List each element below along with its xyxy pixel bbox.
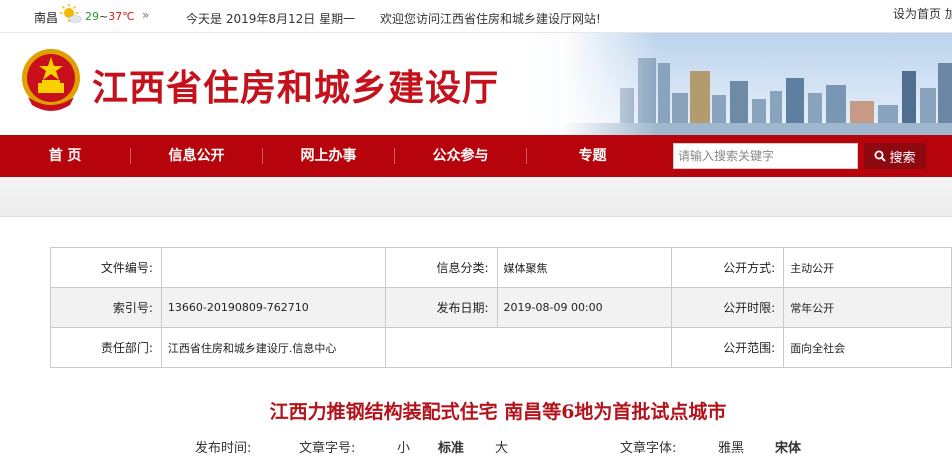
nav-home[interactable]: 首 页: [0, 135, 130, 177]
publish-time-label: 发布时间:: [195, 441, 252, 456]
temp-low: 29: [85, 10, 99, 23]
weather-city: 南昌: [34, 11, 59, 25]
value-disclosure-method: 主动公开: [783, 247, 952, 288]
temp-high: 37℃: [108, 10, 135, 23]
article-title: 江西力推钢结构装配式住宅 南昌等6地为首批试点城市: [269, 401, 727, 423]
font-size-label: 文章字号:: [299, 441, 356, 456]
current-date: 今天是 2019年8月12日 星期一: [186, 12, 356, 26]
label-disclosure-scope: 公开范围:: [671, 327, 785, 368]
font-face-label: 文章字体:: [620, 441, 677, 456]
search-icon: [874, 150, 887, 166]
search-button-label: 搜索: [889, 150, 916, 166]
label-disclosure-method: 公开方式:: [671, 247, 785, 288]
label-responsible-dept: 责任部门:: [50, 327, 162, 368]
font-face-yahei[interactable]: 雅黑: [718, 437, 744, 456]
city-skyline-image: [560, 33, 952, 135]
font-size-standard[interactable]: 标准: [438, 437, 464, 456]
value-info-category: 媒体聚焦: [496, 247, 673, 288]
font-face-songti-label: 宋体: [775, 441, 802, 456]
national-emblem-icon: [22, 49, 80, 111]
search-input[interactable]: [673, 143, 858, 169]
label-publish-date: 发布日期:: [384, 287, 498, 328]
nav-topics[interactable]: 专题: [527, 135, 658, 177]
document-info-table: 文件编号: 信息分类: 媒体聚焦 公开方式: 主动公开 索引号: 13660-2…: [50, 247, 952, 368]
sunny-weather-icon: [60, 4, 82, 23]
empty-value-cell: [497, 327, 673, 368]
value-disclosure-period: 常年公开: [783, 287, 952, 328]
value-responsible-dept: 江西省住房和城乡建设厅.信息中心: [160, 327, 386, 368]
breadcrumb-strip: [0, 177, 952, 217]
site-title: 江西省住房和城乡建设厅: [92, 67, 500, 109]
welcome-text: 欢迎您访问江西省住房和城乡建设厅网站!: [380, 12, 601, 26]
weather-more-link[interactable]: »: [142, 8, 149, 22]
top-bar: 南昌 29~37℃ » 今天是 2019年8月12日 星期一 欢迎您访问江西省住…: [0, 0, 952, 33]
nav-public-participation[interactable]: 公众参与: [395, 135, 526, 177]
font-size-standard-label: 标准: [438, 441, 465, 456]
temp-separator: ~: [99, 10, 109, 23]
nav-info-disclosure[interactable]: 信息公开: [131, 135, 262, 177]
font-face-songti[interactable]: 宋体: [775, 437, 801, 456]
value-publish-date: 2019-08-09 00:00: [496, 287, 673, 328]
table-row: 索引号: 13660-20190809-762710 发布日期: 2019-08…: [50, 287, 952, 328]
site-header-banner: 江西省住房和城乡建设厅: [0, 33, 952, 135]
label-file-number: 文件编号:: [50, 247, 162, 288]
label-index-number: 索引号:: [50, 287, 162, 328]
value-file-number: [160, 247, 386, 288]
nav-online-services[interactable]: 网上办事: [263, 135, 394, 177]
table-row: 文件编号: 信息分类: 媒体聚焦 公开方式: 主动公开: [50, 247, 952, 288]
label-disclosure-period: 公开时限:: [671, 287, 785, 328]
font-size-large[interactable]: 大: [495, 437, 508, 456]
set-homepage-link[interactable]: 设为首页 加: [893, 5, 952, 22]
weather-temperature: 29~37℃: [85, 10, 135, 23]
empty-label-cell: [384, 327, 498, 368]
label-info-category: 信息分类:: [384, 247, 498, 288]
table-row: 责任部门: 江西省住房和城乡建设厅.信息中心 公开范围: 面向全社会: [50, 327, 952, 368]
font-size-small[interactable]: 小: [397, 437, 410, 456]
value-disclosure-scope: 面向全社会: [783, 327, 952, 368]
search-button[interactable]: 搜索: [864, 143, 926, 169]
value-index-number: 13660-20190809-762710: [160, 287, 386, 328]
